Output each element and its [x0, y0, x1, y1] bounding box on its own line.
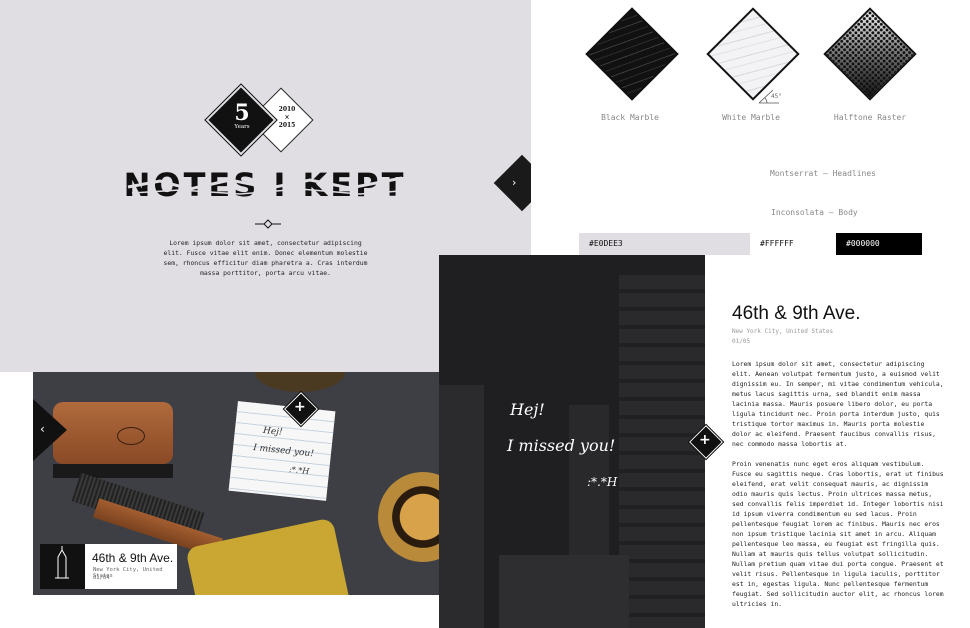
halftone-raster-label: Halftone Raster [833, 113, 907, 122]
year-sep: × [284, 114, 290, 121]
right-building [619, 275, 705, 628]
year-start: 2010 [278, 106, 296, 113]
badge-word: Years [234, 124, 250, 130]
plus-icon: + [294, 399, 306, 415]
card-count: 01/04 [93, 575, 110, 581]
year-end: 2015 [278, 122, 296, 129]
color-chip-black: #000000 [836, 233, 922, 255]
years-range-text: 2010 × 2015 [272, 106, 302, 130]
brush-logo-mark [117, 427, 145, 445]
building-icon [55, 546, 69, 579]
note-line1: Hej! [262, 425, 284, 438]
five-years-text: 5 Years [224, 102, 260, 131]
notes-i-kept-logo: NOTES I KEPT [124, 166, 404, 204]
color-chip-white: #FFFFFF [750, 233, 836, 255]
color-chip-grey: #E0DEE3 [579, 233, 750, 255]
street-photo-panel: Hej! I missed you! :*.*H [439, 255, 705, 628]
article-paragraph: Lorem ipsum dolor sit amet, consectetur … [732, 360, 944, 448]
polish-tin-top [255, 372, 345, 392]
angle-label: 45° [771, 93, 782, 100]
street-line1: Hej! [510, 400, 545, 419]
article-count: 01/05 [732, 338, 751, 345]
black-marble-label: Black Marble [601, 113, 659, 122]
street-line2: I missed you! [507, 436, 616, 455]
left-building [439, 385, 484, 628]
street-road [499, 555, 629, 628]
hero-description: Lorem ipsum dolor sit amet, consectetur … [163, 239, 368, 277]
article-paragraph: Nullam pretium quam vitae dui porta cong… [732, 560, 944, 608]
location-thumbnail [40, 544, 85, 589]
article-title: 46th & 9th Ave. [732, 303, 861, 324]
card-title: 46th & 9th Ave. [92, 551, 174, 565]
ornament-divider [255, 219, 281, 229]
article-body: Lorem ipsum dolor sit amet, consectetur … [732, 359, 947, 609]
badge-number: 5 [234, 100, 250, 126]
location-card[interactable]: 46th & 9th Ave. New York City, United St… [40, 544, 177, 589]
brush-bristles [53, 464, 173, 478]
wooden-brush-image [53, 402, 173, 464]
body-font-label: Inconsolata – Body [771, 208, 858, 217]
article-location: New York City, United States [732, 328, 834, 335]
headline-font-label: Montserrat – Headlines [770, 169, 876, 178]
chevron-right-icon: › [512, 176, 517, 189]
article-paragraph: Proin venenatis nunc eget eros aliquam v… [732, 460, 944, 558]
plus-icon: + [699, 432, 711, 448]
yellow-cloth [185, 517, 351, 595]
handwritten-note: Hej! I missed you! :*.*H [228, 401, 336, 501]
street-sign: :*.*H [587, 475, 618, 489]
buff-polish-tin [378, 472, 439, 562]
white-marble-label: White Marble [722, 113, 780, 122]
chevron-left-icon: ‹ [40, 422, 45, 436]
